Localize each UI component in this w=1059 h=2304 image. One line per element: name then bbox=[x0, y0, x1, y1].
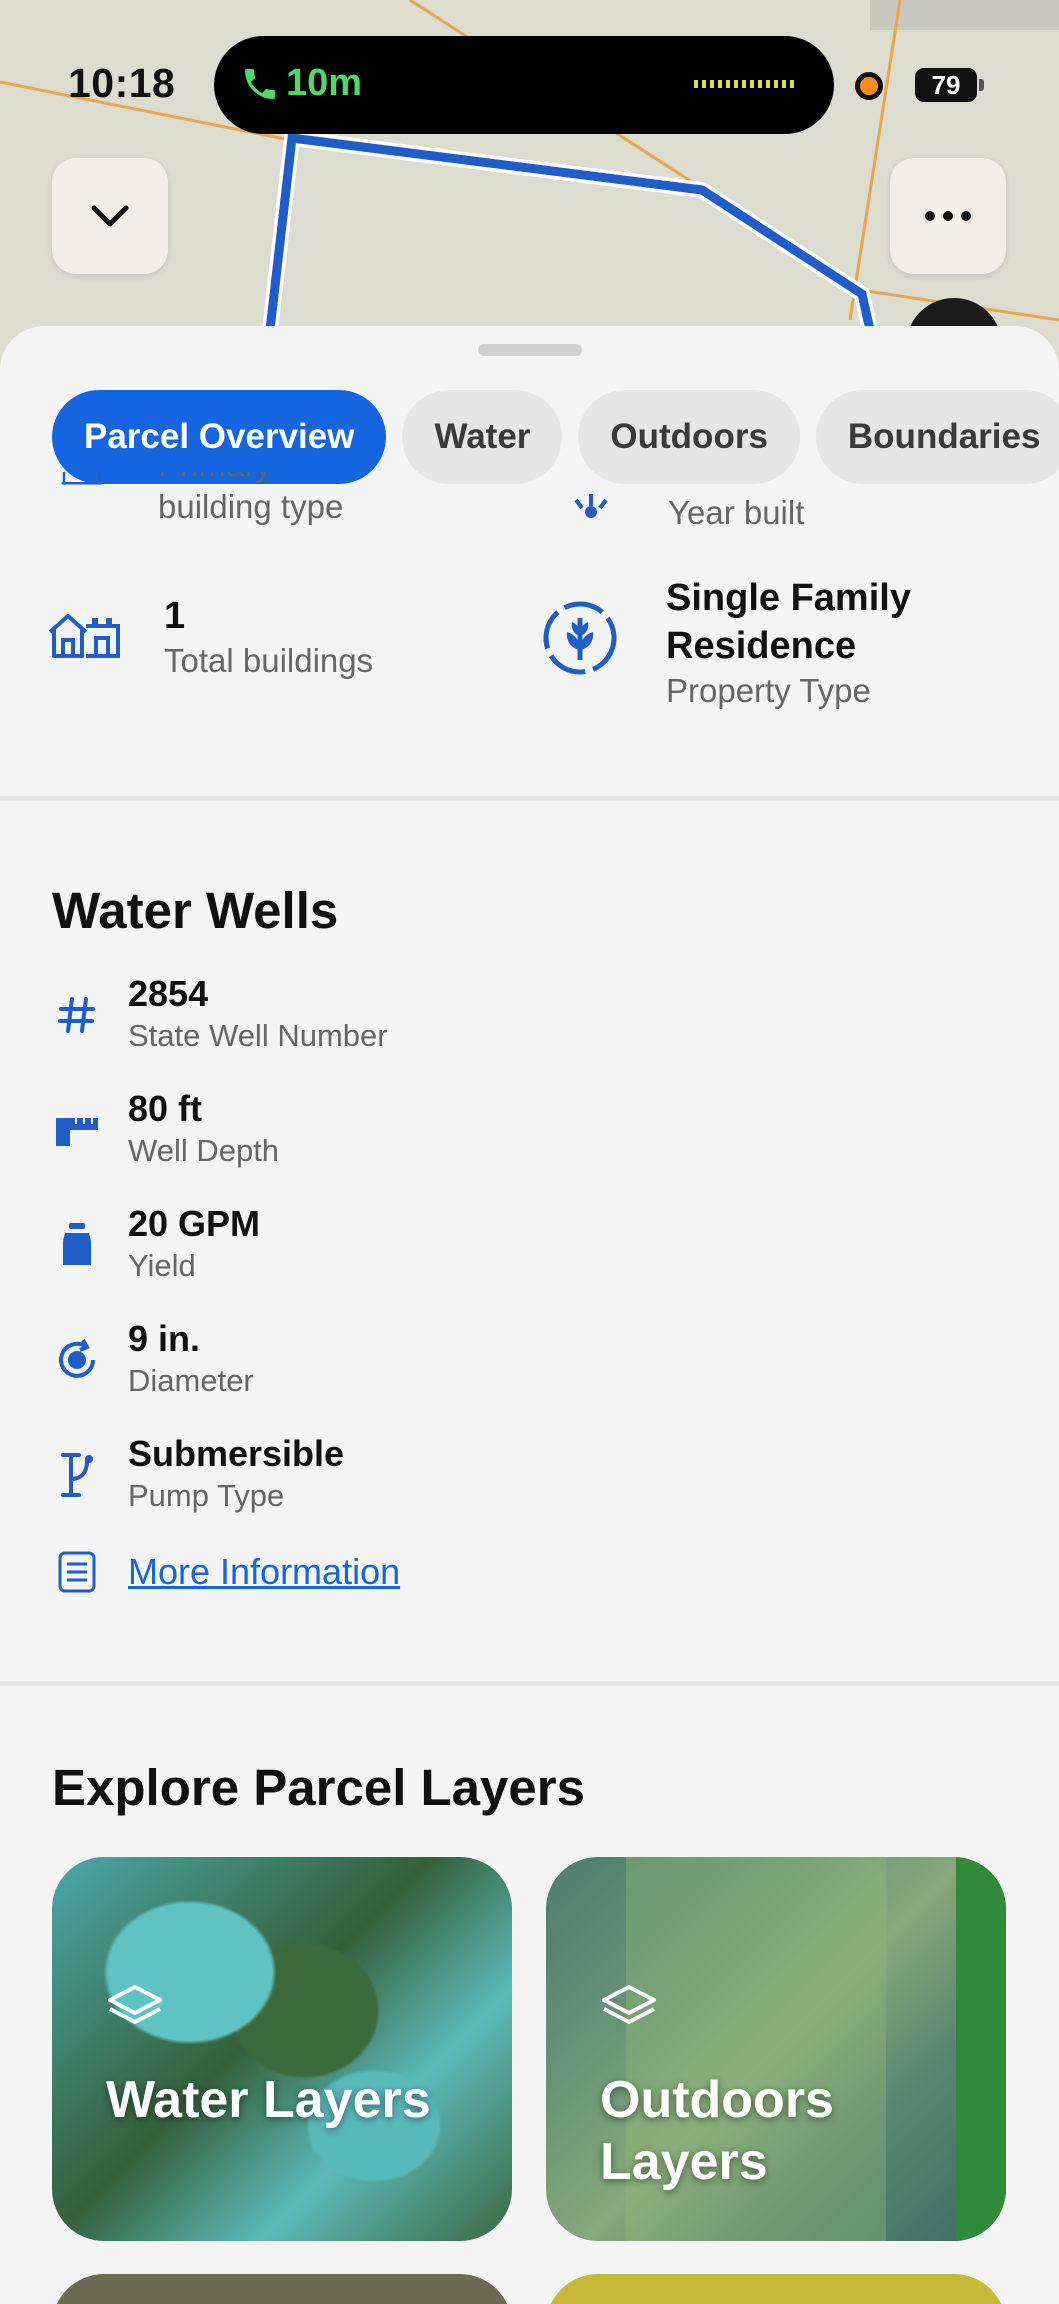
ruler-icon bbox=[52, 1105, 102, 1155]
battery-level: 79 bbox=[915, 68, 977, 102]
building-info: Primary building type Year built bbox=[0, 472, 1059, 796]
property-type-label: Property Type bbox=[666, 672, 871, 709]
tab-water[interactable]: Water bbox=[402, 390, 563, 484]
layer-cards: Water Layers Outdoors Layers bbox=[52, 1857, 1007, 2241]
sheet-grabber[interactable] bbox=[478, 344, 582, 356]
tab-bar: Parcel Overview Water Outdoors Boundarie… bbox=[52, 390, 1059, 484]
jug-icon bbox=[52, 1220, 102, 1270]
well-row-state-number: 2854 State Well Number bbox=[52, 972, 1007, 1087]
well-value: 2854 bbox=[128, 973, 209, 1014]
phone-icon bbox=[245, 69, 275, 99]
next-card-peek[interactable] bbox=[52, 2274, 512, 2304]
primary-type-label-top: Primary bbox=[158, 472, 272, 486]
sheet-content: Primary building type Year built bbox=[0, 472, 1059, 2241]
outdoors-layers-card[interactable]: Outdoors Layers bbox=[546, 1857, 1006, 2241]
well-label: Well Depth bbox=[128, 1133, 280, 1168]
dynamic-island[interactable]: 10m bbox=[214, 36, 834, 134]
well-row-diameter: 9 in. Diameter bbox=[52, 1317, 1007, 1432]
total-buildings-label: Total buildings bbox=[164, 642, 374, 679]
status-time: 10:18 bbox=[68, 60, 176, 106]
well-row-yield: 20 GPM Yield bbox=[52, 1202, 1007, 1317]
card-title: Outdoors Layers bbox=[600, 2071, 834, 2191]
tab-boundaries[interactable]: Boundaries bbox=[815, 390, 1059, 484]
total-buildings-value: 1 bbox=[164, 595, 186, 637]
well-row-pump-type: Submersible Pump Type bbox=[52, 1432, 1007, 1547]
well-value: 80 ft bbox=[128, 1088, 203, 1129]
sun-icon bbox=[574, 494, 608, 518]
wheat-badge-icon bbox=[543, 601, 617, 675]
tab-parcel-overview[interactable]: Parcel Overview bbox=[52, 390, 387, 484]
primary-type-label: building type bbox=[158, 488, 344, 525]
battery-tip-icon bbox=[979, 79, 984, 91]
water-layers-card[interactable]: Water Layers bbox=[52, 1857, 512, 2241]
year-built: Year built bbox=[566, 492, 804, 534]
total-buildings: 1 Total buildings bbox=[44, 592, 373, 682]
well-value: 9 in. bbox=[128, 1318, 201, 1359]
well-label: State Well Number bbox=[128, 1018, 388, 1053]
more-information-row[interactable]: More Information bbox=[52, 1547, 1007, 1597]
primary-building-type: Primary building type bbox=[48, 472, 343, 528]
more-options-button[interactable] bbox=[890, 158, 1006, 274]
ellipsis-icon bbox=[925, 211, 971, 221]
layers-icon bbox=[108, 1985, 162, 2024]
water-wells-section: Water Wells 2854 State Well Number 80 ft… bbox=[0, 801, 1059, 1681]
well-value: Submersible bbox=[128, 1433, 345, 1474]
water-wells-title: Water Wells bbox=[52, 882, 339, 939]
building-icon bbox=[61, 472, 102, 485]
diameter-icon bbox=[52, 1335, 102, 1385]
hash-icon bbox=[52, 990, 102, 1040]
well-label: Pump Type bbox=[128, 1478, 285, 1513]
explore-layers-title: Explore Parcel Layers bbox=[52, 1759, 585, 1816]
collapse-button[interactable] bbox=[52, 158, 168, 274]
document-icon bbox=[52, 1547, 102, 1597]
property-type-value: Single Family Residence bbox=[666, 577, 911, 667]
pump-icon bbox=[52, 1450, 102, 1500]
houses-icon bbox=[48, 614, 120, 658]
explore-layers-section: Explore Parcel Layers Water Layers Outdo… bbox=[0, 1686, 1059, 2241]
call-duration: 10m bbox=[286, 62, 363, 104]
chevron-down-icon bbox=[91, 205, 129, 227]
more-information-link[interactable]: More Information bbox=[128, 1547, 400, 1597]
well-value: 20 GPM bbox=[128, 1203, 261, 1244]
property-type: Single Family Residence Property Type bbox=[540, 574, 966, 712]
bottom-sheet: Parcel Overview Water Outdoors Boundarie… bbox=[0, 326, 1059, 2304]
well-row-depth: 80 ft Well Depth bbox=[52, 1087, 1007, 1202]
card-edge bbox=[956, 1857, 1006, 2241]
audio-wave-icon bbox=[694, 80, 798, 88]
next-card-peek[interactable] bbox=[546, 2274, 1006, 2304]
recording-indicator-icon bbox=[855, 72, 883, 100]
well-label: Yield bbox=[128, 1248, 196, 1283]
well-label: Diameter bbox=[128, 1363, 254, 1398]
year-built-label: Year built bbox=[668, 494, 805, 531]
tab-outdoors[interactable]: Outdoors bbox=[578, 390, 800, 484]
layers-icon bbox=[602, 1985, 656, 2024]
card-title: Water Layers bbox=[106, 2071, 431, 2129]
